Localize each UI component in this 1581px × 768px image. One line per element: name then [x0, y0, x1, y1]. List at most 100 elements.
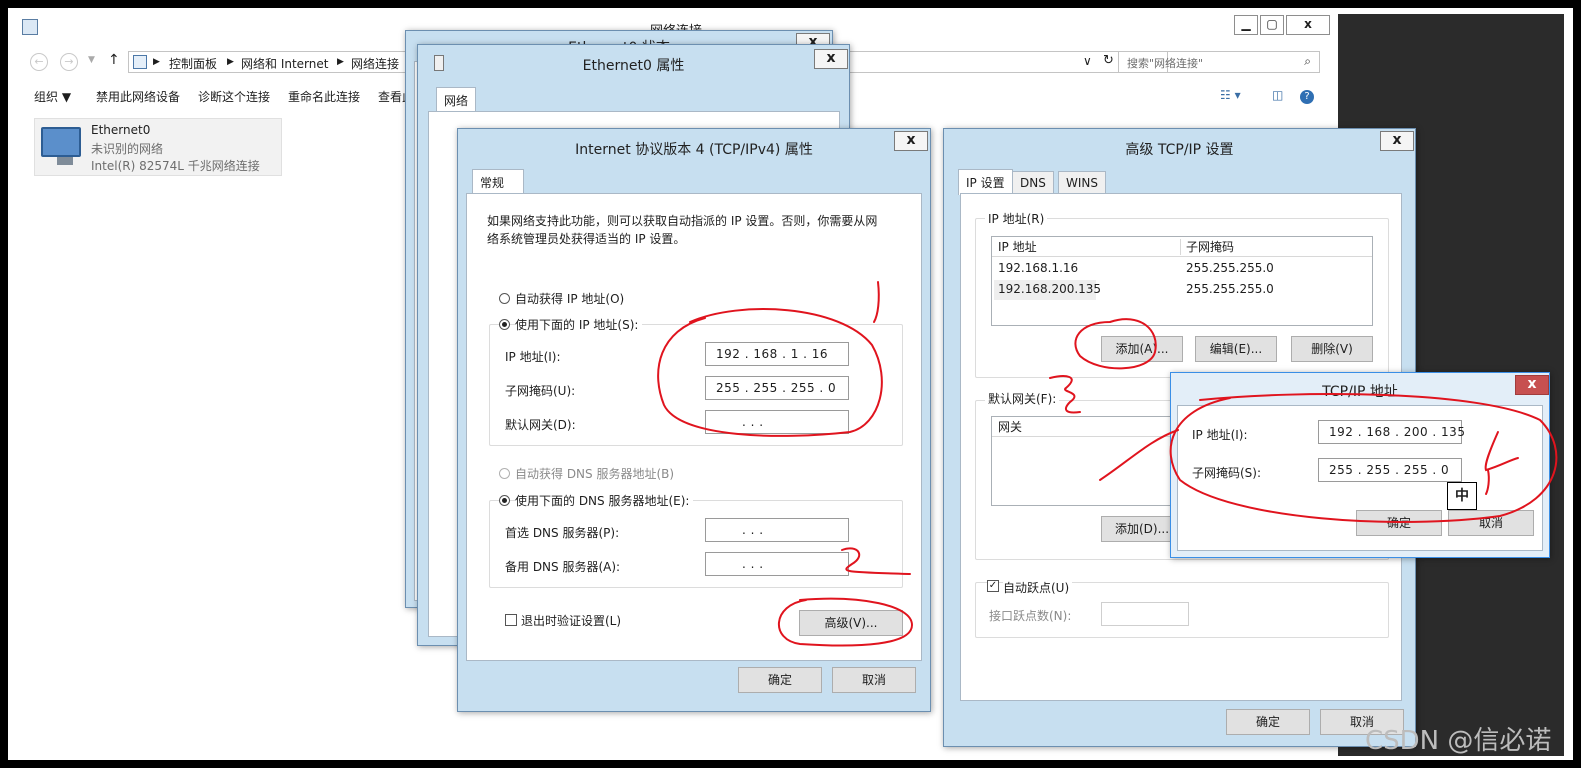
tcpip-address-dialog: TCP/IP 地址 x IP 地址(I): 192 . 168 . 200 . …: [1170, 372, 1550, 558]
interface-metric-label: 接口跃点数(N):: [989, 609, 1072, 623]
window-close-button[interactable]: x: [1286, 15, 1330, 35]
breadcrumb-control-panel[interactable]: 控制面板: [169, 55, 217, 72]
preferred-dns-field[interactable]: . . .: [705, 518, 849, 542]
alternate-dns-field[interactable]: . . .: [705, 552, 849, 576]
tab-network[interactable]: 网络: [436, 87, 477, 113]
tab-general[interactable]: 常规: [472, 169, 524, 195]
diagnose-button[interactable]: 诊断这个连接: [198, 88, 270, 105]
connection-status: 未识别的网络: [91, 142, 164, 156]
advanced-ok-button[interactable]: 确定: [1226, 709, 1310, 735]
ip-row-1-mask[interactable]: 255.255.255.0: [1186, 261, 1274, 275]
breadcrumb-sep-icon: ▶: [337, 57, 344, 67]
auto-metric-label[interactable]: 自动跃点(U): [1003, 579, 1073, 596]
gateway-group-label: 默认网关(F):: [985, 390, 1060, 407]
tab-wins[interactable]: WINS: [1058, 171, 1106, 193]
subnet-mask-field[interactable]: 255 . 255 . 255 . 0: [705, 376, 849, 400]
csdn-watermark: CSDN @信必诺: [1365, 726, 1552, 756]
breadcrumb-sep-icon: ▶: [227, 57, 234, 67]
connection-adapter: Intel(R) 82574L 千兆网络连接: [91, 159, 260, 173]
back-icon[interactable]: ←: [30, 53, 48, 71]
col-subnet-mask[interactable]: 子网掩码: [1186, 238, 1234, 255]
properties-dialog-close-button[interactable]: x: [814, 49, 848, 69]
ip-address-label: IP 地址(I):: [505, 350, 561, 364]
minimize-button[interactable]: ▁: [1234, 15, 1258, 35]
col-ip-address[interactable]: IP 地址: [998, 238, 1037, 255]
forward-icon[interactable]: →: [60, 53, 78, 71]
tcpip-dialog-close-button[interactable]: x: [1515, 375, 1549, 395]
control-panel-icon: [133, 55, 147, 69]
network-adapter-icon: [41, 127, 81, 157]
ip-edit-button[interactable]: 编辑(E)...: [1195, 336, 1277, 362]
up-icon[interactable]: ↑: [108, 52, 120, 68]
default-gateway-field[interactable]: . . .: [705, 410, 849, 434]
tcpip-cancel-button[interactable]: 取消: [1448, 510, 1534, 536]
ipv4-dialog-title: Internet 协议版本 4 (TCP/IPv4) 属性: [575, 142, 813, 158]
recent-dropdown-icon[interactable]: ▼: [88, 55, 95, 65]
manual-dns-radio[interactable]: [499, 495, 510, 506]
breadcrumb-sep-icon: ▶: [153, 57, 160, 67]
address-dropdown-icon[interactable]: ∨: [1083, 54, 1092, 68]
ipv4-properties-dialog: Internet 协议版本 4 (TCP/IPv4) 属性 x 常规 如果网络支…: [457, 128, 931, 712]
tab-ip-settings[interactable]: IP 设置: [958, 169, 1013, 195]
refresh-icon[interactable]: ↻: [1103, 53, 1114, 68]
preview-pane-icon[interactable]: ◫: [1272, 88, 1283, 102]
tcpip-ip-field[interactable]: 192 . 168 . 200 . 135: [1318, 420, 1465, 444]
network-cable-icon: [57, 157, 73, 165]
col-divider: [1180, 239, 1181, 255]
manual-ip-radio[interactable]: [499, 319, 510, 330]
preferred-dns-label: 首选 DNS 服务器(P):: [505, 526, 620, 540]
interface-metric-field[interactable]: [1101, 602, 1189, 626]
ipv4-dialog-body: 如果网络支持此功能，则可以获取自动指派的 IP 设置。否则，你需要从网 络系统管…: [466, 193, 922, 661]
ip-add-button[interactable]: 添加(A)...: [1101, 336, 1183, 362]
ipv4-cancel-button[interactable]: 取消: [832, 667, 916, 693]
manual-ip-label[interactable]: 使用下面的 IP 地址(S):: [515, 316, 643, 333]
manual-dns-label[interactable]: 使用下面的 DNS 服务器地址(E):: [515, 492, 694, 509]
breadcrumb-network-connections[interactable]: 网络连接: [351, 55, 399, 72]
auto-dns-radio[interactable]: [499, 468, 510, 479]
auto-metric-checkbox[interactable]: ✓: [987, 580, 999, 592]
tcpip-mask-field[interactable]: 255 . 255 . 255 . 0: [1318, 458, 1462, 482]
auto-dns-label[interactable]: 自动获得 DNS 服务器地址(B): [515, 465, 674, 482]
disable-device-button[interactable]: 禁用此网络设备: [96, 88, 180, 105]
search-input[interactable]: 搜索"网络连接" ⌕: [1118, 51, 1320, 73]
ip-address-group-label: IP 地址(R): [985, 210, 1048, 227]
ipv4-ok-button[interactable]: 确定: [738, 667, 822, 693]
ime-indicator[interactable]: 中: [1447, 482, 1477, 510]
tcpip-ok-button[interactable]: 确定: [1356, 510, 1442, 536]
change-view-icon[interactable]: ☷ ▾: [1220, 88, 1241, 102]
ip-address-list[interactable]: IP 地址 子网掩码 192.168.1.16 255.255.255.0 19…: [991, 236, 1373, 326]
connection-name: Ethernet0: [91, 123, 151, 137]
col-gateway[interactable]: 网关: [998, 418, 1022, 435]
ip-remove-button[interactable]: 删除(V): [1291, 336, 1373, 362]
ip-address-field[interactable]: 192 . 168 . 1 . 16: [705, 342, 849, 366]
subnet-mask-label: 子网掩码(U):: [505, 384, 576, 398]
maximize-button[interactable]: ▢: [1260, 15, 1284, 35]
properties-dialog-title: Ethernet0 属性: [582, 58, 685, 74]
alternate-dns-label: 备用 DNS 服务器(A):: [505, 560, 621, 574]
search-icon[interactable]: ⌕: [1304, 54, 1311, 69]
ipv4-dialog-close-button[interactable]: x: [894, 131, 928, 151]
validate-on-exit-label[interactable]: 退出时验证设置(L): [521, 612, 621, 629]
auto-ip-label[interactable]: 自动获得 IP 地址(O): [515, 290, 624, 307]
tcpip-dialog-title: TCP/IP 地址: [1322, 384, 1398, 400]
ethernet0-connection-item[interactable]: Ethernet0 未识别的网络 Intel(R) 82574L 千兆网络连接: [34, 118, 282, 176]
ipv4-description-line2: 络系统管理员处获得适当的 IP 设置。: [487, 232, 686, 246]
ip-row-2-address[interactable]: 192.168.200.135: [998, 282, 1101, 296]
tcpip-mask-label: 子网掩码(S):: [1192, 466, 1262, 480]
ip-row-1-address[interactable]: 192.168.1.16: [998, 261, 1078, 275]
validate-on-exit-checkbox[interactable]: [505, 614, 517, 626]
organize-menu[interactable]: 组织 ▼: [34, 88, 71, 105]
breadcrumb-network-internet[interactable]: 网络和 Internet: [241, 55, 328, 72]
help-icon[interactable]: ?: [1300, 90, 1314, 104]
tab-dns[interactable]: DNS: [1012, 171, 1054, 193]
default-gateway-label: 默认网关(D):: [505, 418, 576, 432]
tcpip-dialog-body: IP 地址(I): 192 . 168 . 200 . 135 子网掩码(S):…: [1177, 405, 1543, 551]
advanced-dialog-title: 高级 TCP/IP 设置: [1125, 142, 1234, 158]
search-placeholder: 搜索"网络连接": [1127, 57, 1204, 70]
advanced-button[interactable]: 高级(V)...: [799, 610, 903, 636]
advanced-dialog-close-button[interactable]: x: [1380, 131, 1414, 151]
ipv4-description-line1: 如果网络支持此功能，则可以获取自动指派的 IP 设置。否则，你需要从网: [487, 214, 878, 228]
auto-ip-radio[interactable]: [499, 293, 510, 304]
ip-row-2-mask[interactable]: 255.255.255.0: [1186, 282, 1274, 296]
rename-button[interactable]: 重命名此连接: [288, 88, 360, 105]
